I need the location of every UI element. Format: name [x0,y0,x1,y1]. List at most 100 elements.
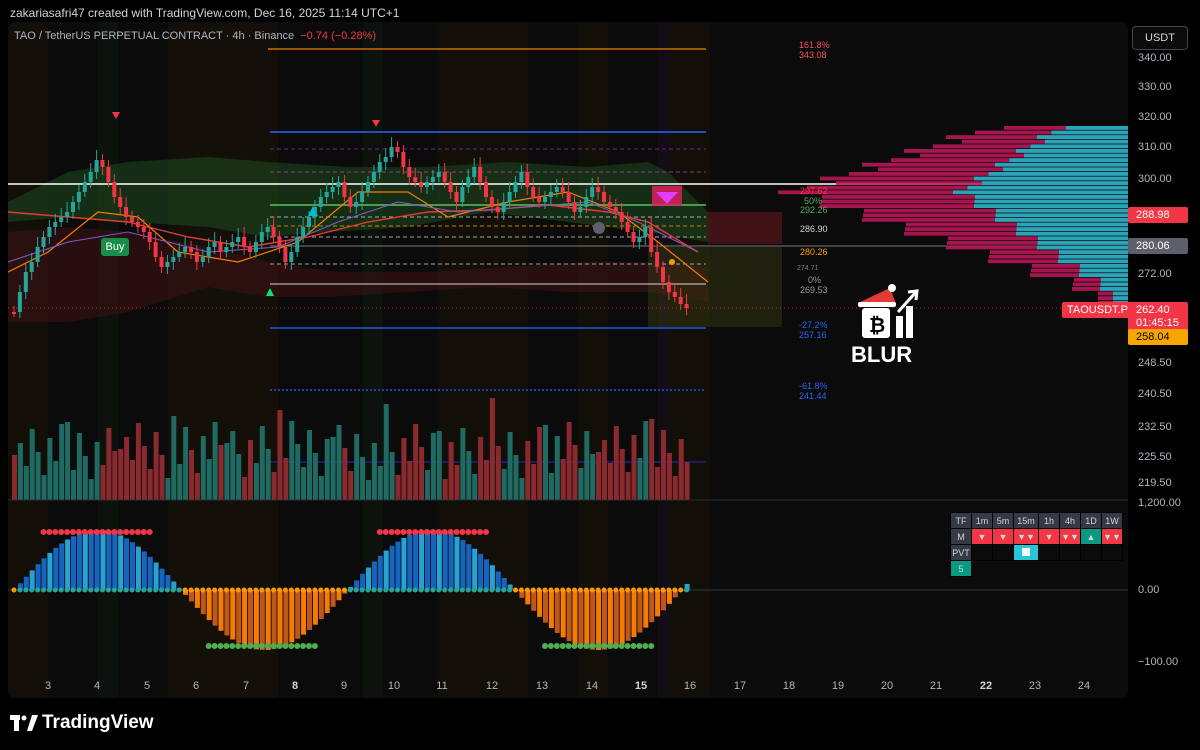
oscillator-dot [70,587,76,593]
date-tick: 21 [929,680,943,692]
oscillator-bar [159,568,165,590]
volume-profile-bar [1024,153,1128,158]
oscillator-bar [460,540,466,590]
mtf-cell-down: ▼▼ [1059,528,1081,545]
volume-bar [76,433,82,500]
oscillator-dot [577,643,584,649]
oscillator-dot [624,643,631,649]
volume-profile-bar [1003,167,1128,172]
symbol-name[interactable]: TAO / TetherUS PERPETUAL CONTRACT · 4h ·… [14,30,294,42]
volume-profile-bar [1016,227,1128,231]
candle [106,167,111,182]
volume-bar [531,464,537,500]
price-chart-canvas[interactable] [8,22,1128,698]
volume-profile-bar [1113,296,1128,300]
candle [678,297,683,304]
oscillator-dot [277,587,282,593]
candle [661,267,665,282]
oscillator-bar [407,534,413,590]
candle [236,237,241,242]
date-tick: 6 [192,680,200,692]
oscillator-bar [312,590,318,625]
oscillator-dot [318,587,324,593]
mtf-header: 1D [1080,512,1102,529]
oscillator-dot [58,587,64,593]
oscillator-dot [282,587,288,593]
oscillator-dot [406,587,412,593]
oscillator-dot [117,587,123,593]
supply-zone [708,212,782,244]
oscillator-dot [672,587,678,593]
oscillator-dot [400,587,406,593]
oscillator-bar [613,590,619,647]
candle [206,247,211,257]
volume-bar [537,427,543,500]
volume-bar [643,421,649,500]
volume-bar [124,437,130,500]
oscillator-dot [212,587,218,593]
volume-profile-bar [995,213,1128,218]
oscillator-bar [484,559,489,590]
oscillator-dot [524,587,530,593]
oscillator-dot [678,587,684,593]
fib-161-price: 343.08 [799,50,827,60]
oscillator-dot [140,529,147,535]
tradingview-logo[interactable]: TradingView [10,712,154,734]
oscillator-bar [212,590,218,626]
mtf-cell-down: ▼▼ [1013,528,1039,545]
oscillator-dot [571,643,578,649]
candle [41,237,46,247]
candle [248,247,252,252]
volume-bar [277,410,283,500]
oscillator-bar [35,564,41,590]
candle [259,232,264,242]
mtf-cell [1101,544,1123,561]
candle [525,172,530,187]
symbol-title[interactable]: TAO / TetherUS PERPETUAL CONTRACT · 4h ·… [14,30,376,42]
candle [65,212,70,217]
volume-bar [17,443,23,500]
chart-area[interactable]: Buy [8,22,1128,698]
oscillator-dot [46,529,53,535]
oscillator-bar [442,531,448,590]
candle [177,252,182,257]
oscillator-dot [607,587,613,593]
oscillator-dot [41,587,46,593]
oscillator-dot [99,529,106,535]
candle [224,247,229,252]
oscillator-dot [619,587,625,593]
volume-bar [12,455,17,500]
candle [342,182,347,197]
mtf-row-label: PVT [950,544,972,561]
volume-bar [430,433,436,500]
oscillator-dot [129,587,135,593]
volume-bar [602,440,607,500]
oscillator-bar [65,539,71,590]
oscillator-bar [194,590,200,608]
candle [484,182,488,197]
volume-bar [100,465,106,500]
oscillator-dot [477,587,483,593]
oscillator-dot [477,529,484,535]
volume-bar [183,427,189,500]
currency-button[interactable]: USDT [1132,26,1188,50]
oscillator-bar [41,558,47,590]
fib-neg61-price: 241.44 [799,391,827,401]
oscillator-dot [642,587,648,593]
gray-marker [593,222,605,234]
candle [295,237,300,252]
candle [171,257,176,262]
osc-tick: −100.00 [1138,656,1179,668]
volume-bar [678,439,684,500]
volume-profile-bar [995,218,1128,222]
candle [141,227,146,232]
oscillator-bar [206,590,212,621]
oscillator-bar [383,550,389,590]
oscillator-dot [341,587,347,593]
volume-bar [112,451,118,500]
oscillator-dot [583,643,590,649]
oscillator-bar [94,530,100,590]
volume-profile-bar [1113,291,1128,296]
volume-bar [242,477,248,500]
oscillator-dot [612,643,619,649]
